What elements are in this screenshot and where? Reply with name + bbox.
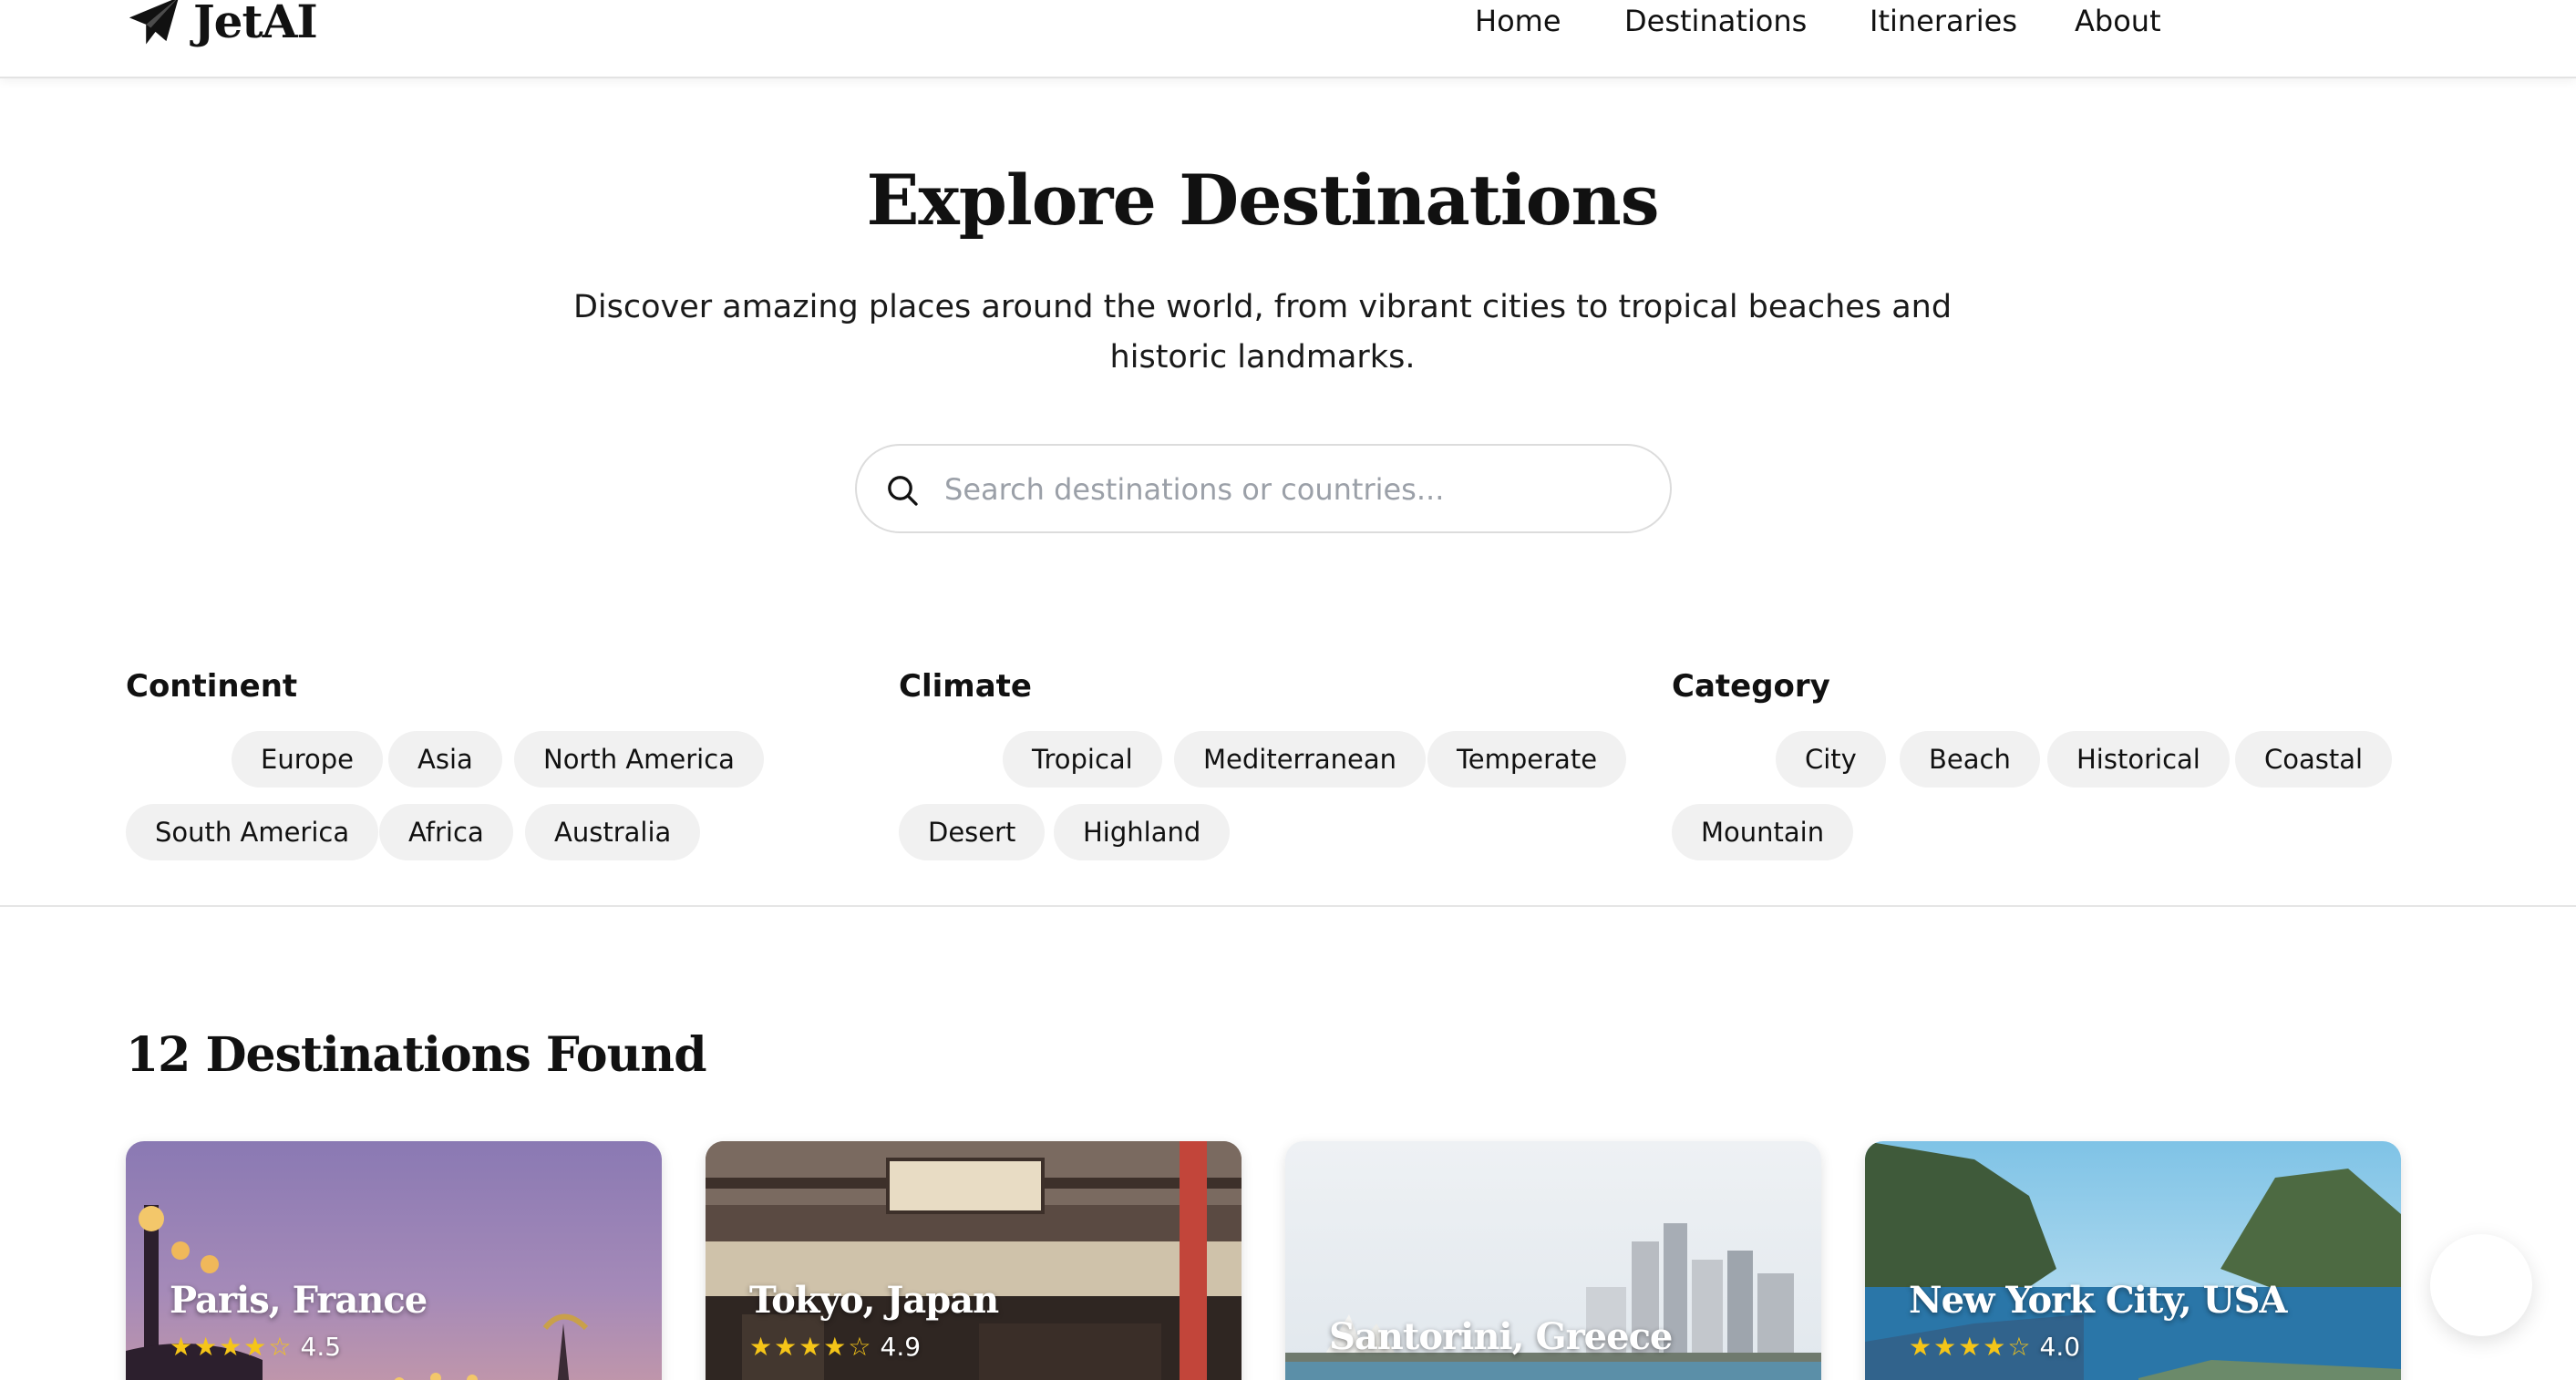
chip-desert[interactable]: Desert: [899, 804, 1046, 860]
nav-itineraries-link[interactable]: Itineraries: [1870, 0, 2017, 42]
rating-value: 4.5: [300, 1332, 342, 1362]
chip-africa[interactable]: Africa: [379, 804, 513, 860]
chip-australia[interactable]: Australia: [525, 804, 701, 860]
chip-tropical[interactable]: Tropical: [1003, 731, 1162, 788]
chip-temperate[interactable]: Temperate: [1427, 731, 1627, 788]
destination-rating: ★★★★☆ 4.5: [170, 1331, 341, 1364]
chip-mountain[interactable]: Mountain: [1672, 804, 1854, 860]
rating-value: 4.9: [880, 1332, 922, 1362]
results-count-heading: 12 Destinations Found: [126, 1027, 707, 1083]
chip-beach[interactable]: Beach: [1900, 731, 2040, 788]
star-rating-icons: ★★★★☆: [749, 1333, 873, 1361]
star-rating-icons: ★★★★☆: [170, 1333, 294, 1361]
destination-rating: ★★★★☆ 4.9: [749, 1331, 921, 1364]
chip-coastal[interactable]: Coastal: [2235, 731, 2393, 788]
page-title: Explore Destinations: [866, 160, 1659, 241]
nav-about-link[interactable]: About: [2075, 0, 2161, 42]
nav-home-link[interactable]: Home: [1475, 0, 1561, 42]
chip-south-america[interactable]: South America: [126, 804, 379, 860]
chip-asia[interactable]: Asia: [388, 731, 502, 788]
chip-mediterranean[interactable]: Mediterranean: [1174, 731, 1427, 788]
chip-highland[interactable]: Highland: [1054, 804, 1231, 860]
paper-plane-icon: [129, 0, 179, 45]
destination-name: Santorini, Greece: [1329, 1315, 1673, 1358]
destination-rating: ★★★★☆ 4.0: [1909, 1331, 2080, 1364]
chip-city[interactable]: City: [1776, 731, 1886, 788]
brand-logo[interactable]: JetAI: [126, 0, 318, 49]
destination-card-tokyo[interactable]: Tokyo, Japan ★★★★☆ 4.9: [706, 1141, 1242, 1380]
destination-card-santorini[interactable]: Santorini, Greece: [1285, 1141, 1821, 1380]
category-filter-label: Category: [1672, 668, 1830, 705]
chip-north-america[interactable]: North America: [514, 731, 764, 788]
star-rating-icons: ★★★★☆: [1909, 1333, 2033, 1361]
top-navigation-bar: JetAI Home Destinations Itineraries Abou…: [0, 0, 2576, 78]
page-subtitle: Discover amazing places around the world…: [572, 289, 1953, 376]
climate-filter-label: Climate: [899, 668, 1032, 705]
rating-value: 4.0: [2039, 1332, 2081, 1362]
search-icon: [888, 476, 918, 506]
chip-europe[interactable]: Europe: [232, 731, 383, 788]
destination-name: Tokyo, Japan: [749, 1279, 999, 1322]
section-divider: [0, 905, 2576, 907]
destination-card-paris[interactable]: Paris, France ★★★★☆ 4.5: [126, 1141, 662, 1380]
destination-name: Paris, France: [170, 1279, 428, 1322]
destination-name: New York City, USA: [1909, 1279, 2287, 1322]
nav-destinations-link[interactable]: Destinations: [1624, 0, 1807, 42]
brand-name: JetAI: [193, 0, 318, 48]
destination-card-new-york[interactable]: New York City, USA ★★★★☆ 4.0: [1865, 1141, 2401, 1380]
floating-action-button[interactable]: [2430, 1234, 2532, 1336]
continent-filter-label: Continent: [126, 668, 298, 705]
search-input[interactable]: [944, 464, 1637, 515]
chip-historical[interactable]: Historical: [2047, 731, 2230, 788]
search-bar[interactable]: [855, 444, 1672, 533]
